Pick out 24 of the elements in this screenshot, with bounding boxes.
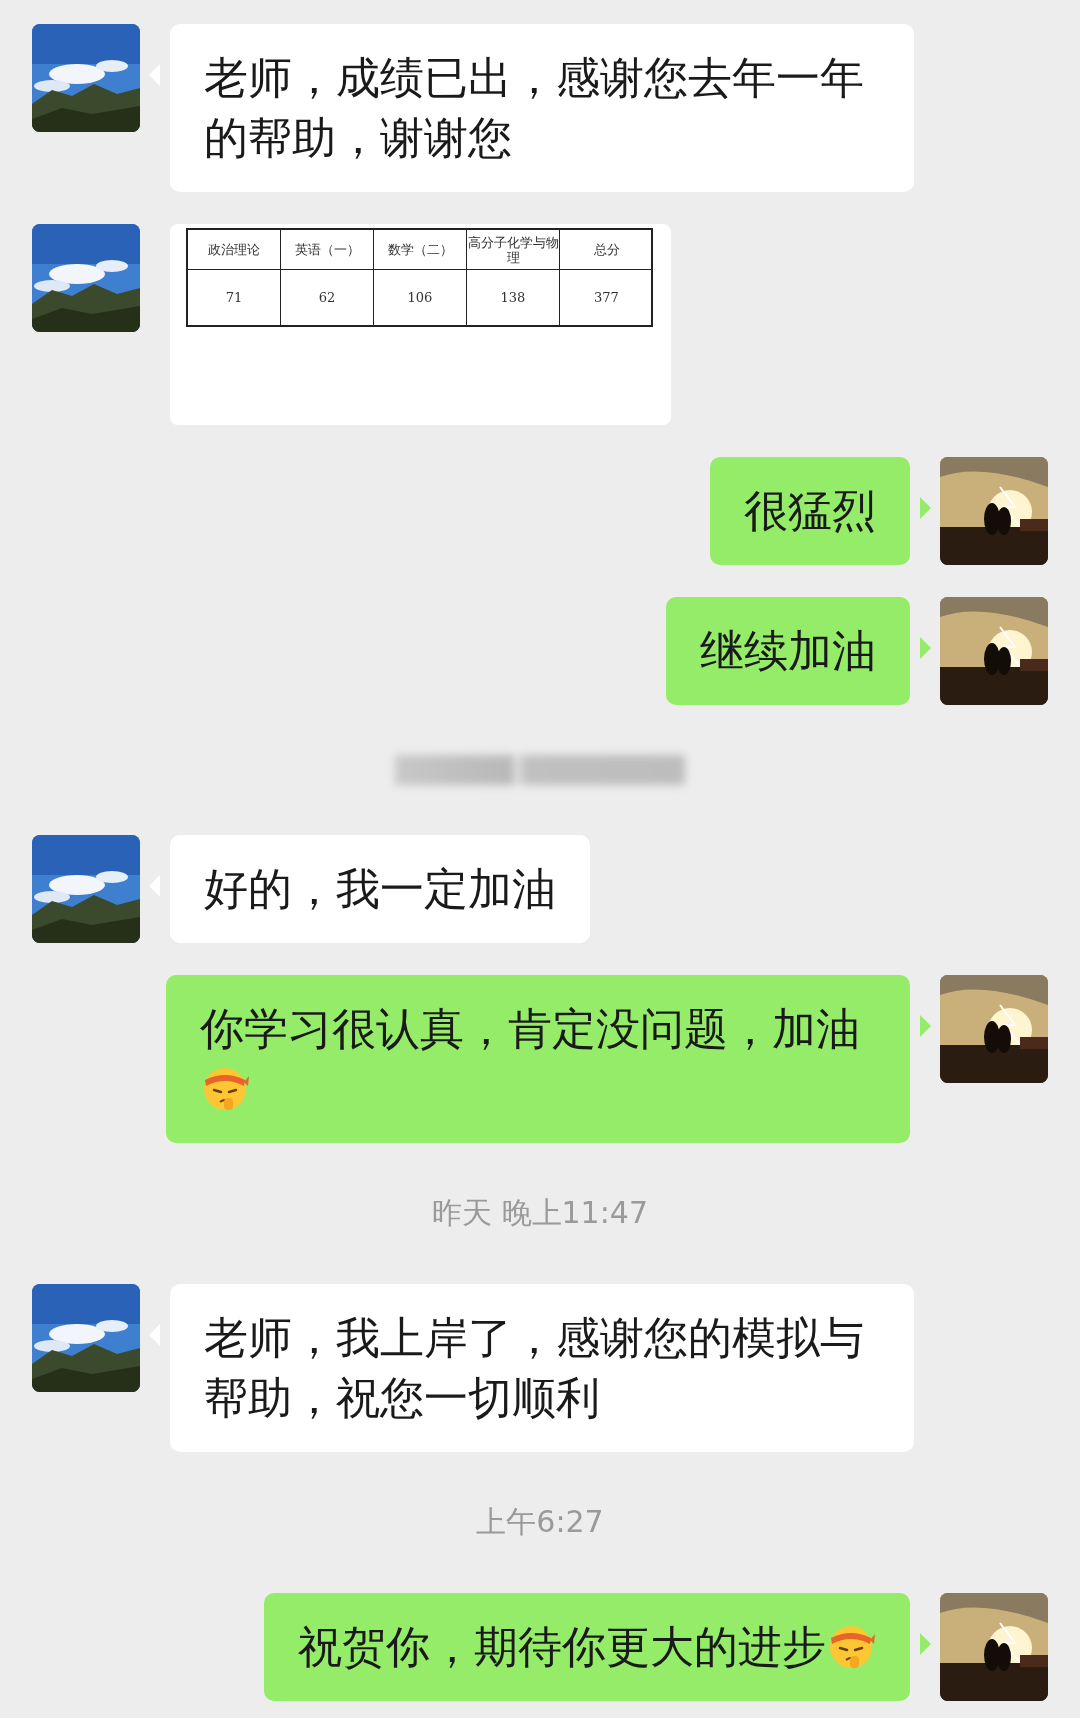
timestamp: 昨天 晚上11:47 bbox=[432, 1194, 648, 1232]
table-header: 英语（一） bbox=[281, 230, 374, 270]
timestamp: 上午6:27 bbox=[476, 1503, 604, 1541]
message-text: 祝贺你，期待你更大的进步 bbox=[298, 1621, 826, 1672]
table-cell-text: 377 bbox=[593, 289, 620, 307]
table-header: 高分子化学与物理 bbox=[467, 230, 560, 270]
bubble-tail bbox=[920, 1015, 931, 1037]
message-text: 老师，成绩已出，感谢您去年一年的帮助，谢谢您 bbox=[204, 52, 864, 163]
message-text: 你学习很认真，肯定没问题，加油 bbox=[200, 1003, 860, 1054]
table-header: 总分 bbox=[560, 230, 653, 270]
table-cell: 138 bbox=[467, 270, 560, 325]
table-header: 数学（二） bbox=[374, 230, 467, 270]
bubble-tail bbox=[920, 497, 931, 519]
message-text: 很猛烈 bbox=[744, 485, 876, 536]
table-cell: 106 bbox=[374, 270, 467, 325]
message-text: 老师，我上岸了，感谢您的模拟与帮助，祝您一切顺利 bbox=[204, 1312, 864, 1423]
table-cell: 71 bbox=[188, 270, 281, 325]
table-header: 政治理论 bbox=[188, 230, 281, 270]
message-text: 继续加油 bbox=[700, 625, 876, 676]
bubble-tail bbox=[920, 637, 931, 659]
bubble-tail bbox=[920, 1633, 931, 1655]
message-text: 好的，我一定加油 bbox=[204, 863, 556, 914]
score-table-image[interactable]: 政治理论 英语（一） 数学（二） 高分子化学与物理 总分 71 62 106 138 377 bbox=[170, 224, 671, 425]
table-cell: 62 bbox=[281, 270, 374, 325]
